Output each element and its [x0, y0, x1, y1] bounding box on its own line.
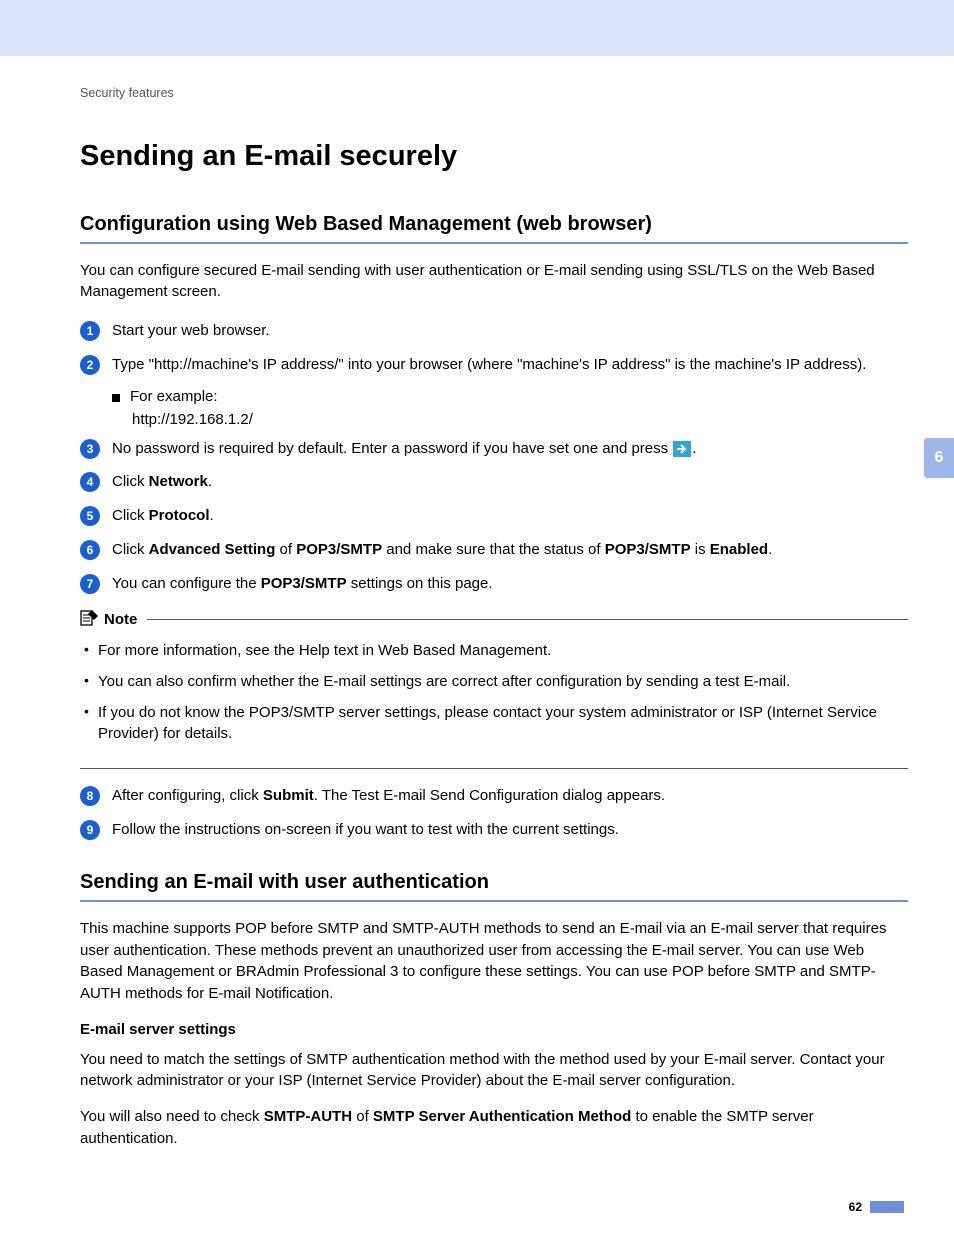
step-6: 6 Click Advanced Setting of POP3/SMTP an… — [80, 539, 908, 561]
note-item: If you do not know the POP3/SMTP server … — [80, 702, 908, 744]
note-item: For more information, see the Help text … — [80, 640, 908, 661]
square-bullet-icon — [112, 394, 120, 402]
step-7: 7 You can configure the POP3/SMTP settin… — [80, 573, 908, 595]
paragraph: You will also need to check SMTP-AUTH of… — [80, 1106, 908, 1150]
step-4: 4 Click Network. — [80, 471, 908, 493]
section-heading-config: Configuration using Web Based Management… — [80, 213, 908, 244]
step-number-badge: 7 — [80, 574, 100, 594]
intro-text: You can configure secured E-mail sending… — [80, 260, 908, 302]
step-text: Follow the instructions on-screen if you… — [112, 819, 908, 841]
top-banner — [0, 0, 954, 56]
note-pencil-icon — [80, 608, 100, 630]
note-list: For more information, see the Help text … — [80, 640, 908, 744]
step-number-badge: 5 — [80, 506, 100, 526]
sub-bullet-label: For example: — [130, 388, 218, 405]
step-number-badge: 4 — [80, 472, 100, 492]
step-text: No password is required by default. Ente… — [112, 438, 908, 460]
example-text: http://192.168.1.2/ — [132, 411, 908, 428]
page-number: 62 — [849, 1200, 862, 1214]
step-number-badge: 8 — [80, 786, 100, 806]
page-content: Security features Sending an E-mail secu… — [0, 56, 954, 1254]
paragraph: You need to match the settings of SMTP a… — [80, 1049, 908, 1093]
step-text: Click Network. — [112, 471, 908, 493]
step-number-badge: 3 — [80, 439, 100, 459]
step-text: Click Protocol. — [112, 505, 908, 527]
step-text: Start your web browser. — [112, 320, 908, 342]
note-block: Note For more information, see the Help … — [80, 608, 908, 769]
step-text: You can configure the POP3/SMTP settings… — [112, 573, 908, 595]
note-item: You can also confirm whether the E-mail … — [80, 671, 908, 692]
enter-arrow-icon — [673, 441, 691, 457]
note-header: Note — [80, 608, 908, 630]
page-title: Sending an E-mail securely — [80, 140, 908, 173]
step-9: 9 Follow the instructions on-screen if y… — [80, 819, 908, 841]
step-number-badge: 1 — [80, 321, 100, 341]
step-1: 1 Start your web browser. — [80, 320, 908, 342]
paragraph: This machine supports POP before SMTP an… — [80, 918, 908, 1005]
page-footer: 62 — [80, 1200, 908, 1214]
section-heading-auth: Sending an E-mail with user authenticati… — [80, 871, 908, 902]
step-text: Type "http://machine's IP address/" into… — [112, 354, 908, 376]
note-label: Note — [104, 611, 147, 628]
sub-bullet: For example: — [112, 388, 908, 405]
step-3: 3 No password is required by default. En… — [80, 438, 908, 460]
step-number-badge: 9 — [80, 820, 100, 840]
step-number-badge: 6 — [80, 540, 100, 560]
breadcrumb: Security features — [80, 86, 908, 100]
step-text: Click Advanced Setting of POP3/SMTP and … — [112, 539, 908, 561]
step-8: 8 After configuring, click Submit. The T… — [80, 785, 908, 807]
sub-heading: E-mail server settings — [80, 1019, 908, 1041]
note-rule — [147, 619, 908, 620]
footer-accent-bar — [870, 1201, 904, 1213]
step-text: After configuring, click Submit. The Tes… — [112, 785, 908, 807]
step-2: 2 Type "http://machine's IP address/" in… — [80, 354, 908, 376]
step-number-badge: 2 — [80, 355, 100, 375]
step-5: 5 Click Protocol. — [80, 505, 908, 527]
